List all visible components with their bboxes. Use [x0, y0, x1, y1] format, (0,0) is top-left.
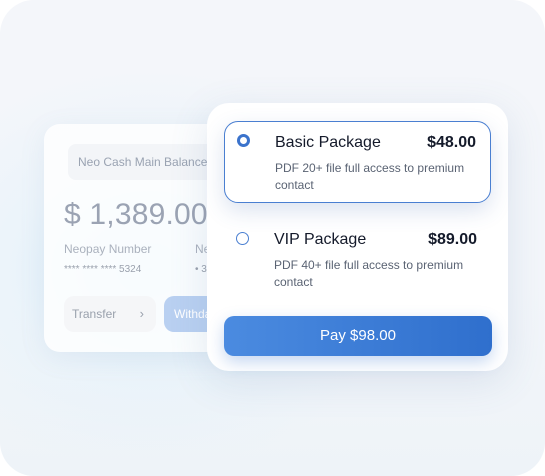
package-price: $89.00: [428, 231, 477, 248]
package-description: PDF 20+ file full access to premium cont…: [275, 161, 465, 192]
neopay-number-value: **** **** **** 5324: [64, 264, 142, 275]
balance-amount: $ 1,389.00: [64, 198, 208, 231]
package-description: PDF 40+ file full access to premium cont…: [274, 258, 464, 289]
app-stage: Neo Cash Main Balance $ 1,389.00 Neopay …: [0, 0, 545, 476]
package-title: VIP Package: [274, 231, 367, 248]
package-selection-card: Basic Package $48.00 PDF 20+ file full a…: [207, 103, 508, 371]
pay-button[interactable]: Pay $98.00: [224, 316, 492, 356]
second-meta-value: • 3: [195, 264, 207, 275]
radio-selected-icon[interactable]: [237, 134, 250, 147]
package-price: $48.00: [427, 134, 476, 151]
package-title: Basic Package: [275, 134, 381, 151]
neopay-number-label: Neopay Number: [64, 242, 152, 256]
package-option-basic[interactable]: Basic Package $48.00 PDF 20+ file full a…: [224, 121, 491, 203]
transfer-button-label: Transfer: [72, 307, 117, 321]
radio-unselected-icon[interactable]: [236, 232, 249, 245]
package-option-vip[interactable]: VIP Package $89.00 PDF 40+ file full acc…: [224, 219, 491, 301]
withdraw-button-label: Withda: [174, 307, 212, 321]
transfer-button[interactable]: Transfer ›: [64, 296, 156, 332]
chevron-right-icon: ›: [139, 306, 144, 321]
